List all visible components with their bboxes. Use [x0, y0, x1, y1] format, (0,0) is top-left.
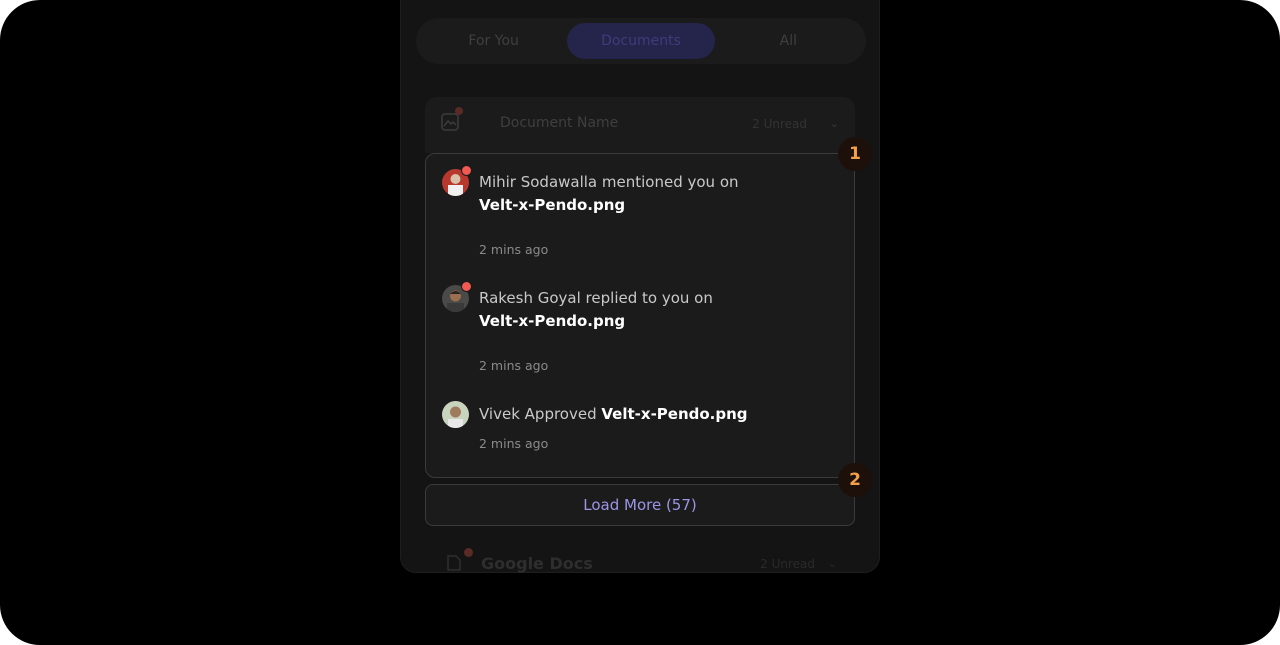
tab-for-you[interactable]: For You: [420, 23, 567, 59]
timestamp: 2 mins ago: [479, 242, 549, 257]
load-more-button[interactable]: Load More (57): [425, 484, 855, 526]
file-link[interactable]: Velt-x-Pendo.png: [601, 405, 747, 423]
document-icon: [447, 555, 461, 571]
group-title: Google Docs: [481, 554, 593, 573]
google-docs-group-header[interactable]: Google Docs 2 Unread ⌄: [425, 545, 855, 575]
step-badge: 2: [838, 463, 872, 497]
avatar: [442, 401, 469, 428]
chevron-down-icon[interactable]: ⌄: [828, 557, 837, 570]
step-badge: 1: [838, 137, 872, 171]
tab-documents[interactable]: Documents: [567, 23, 715, 59]
timestamp: 2 mins ago: [479, 358, 549, 373]
unread-dot: [461, 281, 472, 292]
screen-backdrop: For You Documents All Document Name 2 Un…: [0, 0, 1280, 645]
unread-dot: [461, 165, 472, 176]
chevron-down-icon[interactable]: ⌄: [830, 117, 839, 130]
avatar: [442, 281, 472, 312]
avatar: [442, 165, 472, 196]
unread-count: 2 Unread: [752, 117, 807, 131]
document-group-header[interactable]: Document Name 2 Unread ⌄: [425, 97, 855, 153]
unread-dot: [464, 548, 473, 557]
notification-text: Rakesh Goyal replied to you on: [479, 289, 713, 307]
group-title: Document Name: [500, 115, 619, 131]
file-link[interactable]: Velt-x-Pendo.png: [479, 196, 625, 214]
notification-message: Vivek Approved Velt-x-Pendo.png: [479, 403, 819, 426]
notification-message: Mihir Sodawalla mentioned you on Velt-x-…: [479, 171, 819, 217]
unread-count: 2 Unread: [760, 557, 815, 571]
unread-dot: [455, 107, 463, 115]
file-link[interactable]: Velt-x-Pendo.png: [479, 312, 625, 330]
image-icon: [441, 107, 463, 131]
notification-text: Mihir Sodawalla mentioned you on: [479, 173, 739, 191]
notification-message: Rakesh Goyal replied to you on Velt-x-Pe…: [479, 287, 819, 333]
notification-text: Vivek Approved: [479, 405, 597, 423]
tab-all[interactable]: All: [715, 23, 862, 59]
tab-bar: For You Documents All: [416, 18, 866, 64]
timestamp: 2 mins ago: [479, 436, 549, 451]
notification-list: Mihir Sodawalla mentioned you on Velt-x-…: [425, 153, 855, 478]
